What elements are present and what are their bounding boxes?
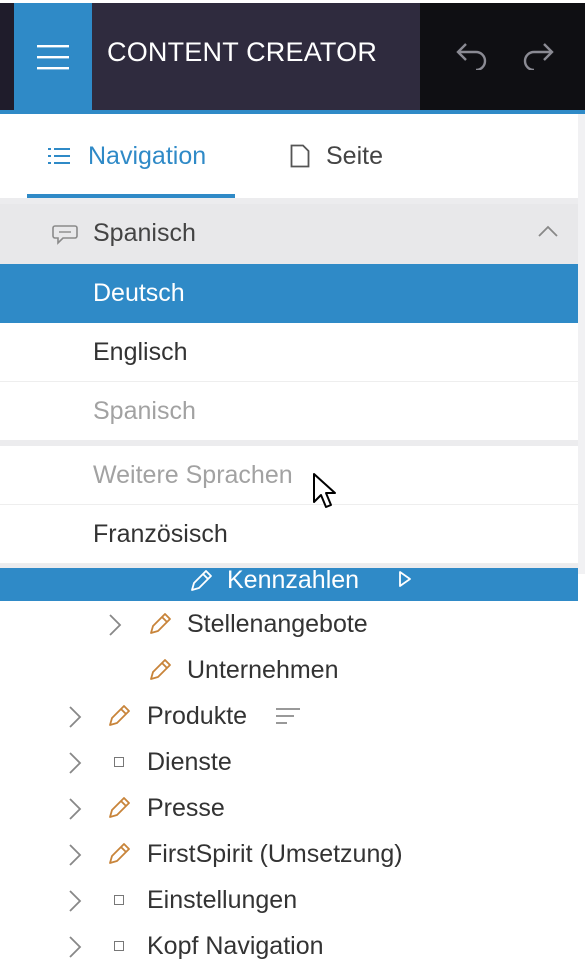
language-option-franzoesisch[interactable]: Französisch xyxy=(0,505,578,564)
mouse-cursor-icon xyxy=(313,473,336,508)
tree-item[interactable]: Presse xyxy=(0,785,578,831)
tab-navigation-label: Navigation xyxy=(88,141,207,170)
speech-bubble-icon xyxy=(52,225,78,245)
tree-item-label: Presse xyxy=(147,794,225,822)
pencil-icon xyxy=(191,570,212,591)
more-languages-header: Weitere Sprachen xyxy=(0,446,578,505)
page-icon xyxy=(290,144,310,168)
square-icon xyxy=(114,895,124,905)
pencil-icon xyxy=(109,843,130,864)
language-option-label: Deutsch xyxy=(93,279,185,307)
pencil-icon xyxy=(109,797,130,818)
tree-item[interactable]: Produkte xyxy=(0,693,578,739)
language-select-value: Spanisch xyxy=(93,219,196,247)
app-title: CONTENT CREATOR xyxy=(107,37,378,67)
pencil-icon xyxy=(150,659,171,680)
square-icon xyxy=(114,941,124,951)
chevron-right-icon[interactable] xyxy=(68,935,82,959)
chevron-right-icon[interactable] xyxy=(68,705,82,729)
tree-item-label: Kennzahlen xyxy=(227,568,360,594)
tree-item[interactable]: Unternehmen xyxy=(0,647,578,693)
language-option-deutsch[interactable]: Deutsch xyxy=(0,264,578,323)
tree-item-label: Kopf Navigation xyxy=(147,932,324,960)
language-option-englisch[interactable]: Englisch xyxy=(0,323,578,382)
pencil-icon xyxy=(150,613,171,634)
tree-item-label: Stellenangebote xyxy=(187,610,368,638)
chevron-right-icon[interactable] xyxy=(68,843,82,867)
language-select[interactable]: Spanisch xyxy=(0,204,578,264)
tree-item-selected[interactable]: Kennzahlen xyxy=(0,568,578,601)
tree-item-label: Produkte xyxy=(147,702,248,730)
tree-item[interactable]: FirstSpirit (Umsetzung) xyxy=(0,831,578,877)
hamburger-icon xyxy=(37,44,69,69)
language-option-spanisch: Spanisch xyxy=(0,382,578,441)
tree-item[interactable]: Stellenangebote xyxy=(0,601,578,647)
tree-item[interactable]: Kopf Navigation xyxy=(0,923,578,961)
more-languages-label: Weitere Sprachen xyxy=(93,461,293,489)
chevron-right-icon[interactable] xyxy=(68,889,82,913)
tree-item[interactable]: Einstellungen xyxy=(0,877,578,923)
language-option-label: Französisch xyxy=(93,520,228,548)
text-lines-icon xyxy=(276,708,300,724)
redo-button[interactable] xyxy=(518,36,558,76)
tab-page-label: Seite xyxy=(326,141,383,170)
chevron-right-icon[interactable] xyxy=(68,751,82,775)
tree-item-label: Unternehmen xyxy=(187,656,339,684)
tree-item-label: FirstSpirit (Umsetzung) xyxy=(147,840,403,868)
menu-button[interactable] xyxy=(14,3,92,110)
play-icon[interactable] xyxy=(398,570,412,588)
history-controls xyxy=(420,3,585,110)
tree-item-label: Dienste xyxy=(147,748,232,776)
pencil-icon xyxy=(109,705,130,726)
undo-icon xyxy=(456,43,487,70)
scroll-edge xyxy=(578,114,585,574)
tab-navigation[interactable]: Navigation xyxy=(48,114,206,198)
tab-page[interactable]: Seite xyxy=(290,114,383,198)
tree-item[interactable]: Dienste xyxy=(0,739,578,785)
chevron-up-icon xyxy=(538,225,558,237)
chevron-right-icon[interactable] xyxy=(108,613,122,637)
language-option-label: Spanisch xyxy=(93,397,196,425)
square-icon xyxy=(114,757,124,767)
list-icon xyxy=(48,148,70,164)
header-left-edge xyxy=(0,3,14,110)
tree-item-label: Einstellungen xyxy=(147,886,298,914)
language-option-label: Englisch xyxy=(93,338,188,366)
tab-bar: Navigation Seite xyxy=(0,114,578,198)
redo-icon xyxy=(523,43,554,70)
undo-button[interactable] xyxy=(452,36,492,76)
chevron-right-icon[interactable] xyxy=(68,797,82,821)
